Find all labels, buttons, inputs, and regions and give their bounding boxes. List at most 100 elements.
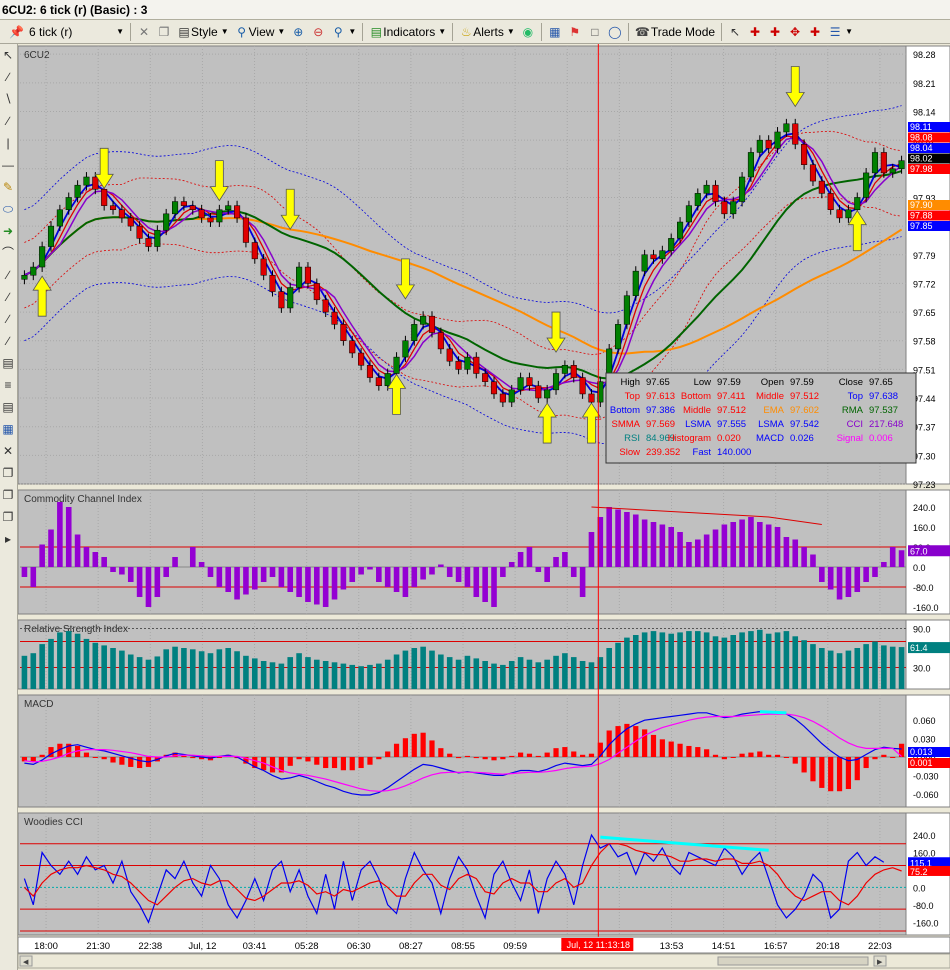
price-tick-label: 98.28	[913, 50, 936, 60]
ray-tool-icon[interactable]: ∖	[0, 88, 16, 110]
cci-bar	[641, 519, 648, 567]
rsi-bar	[119, 650, 125, 689]
menu-list-icon[interactable]: ☰ ▼	[825, 21, 856, 43]
cci-bar	[438, 564, 444, 567]
layers-icon[interactable]: ▤	[0, 396, 16, 418]
table-icon[interactable]: ▦	[0, 418, 16, 440]
globe-icon[interactable]: ◉	[518, 21, 538, 43]
cci-bar	[570, 567, 577, 577]
style-label: Style	[191, 24, 218, 39]
pointer-tool-icon[interactable]: ↖	[0, 44, 16, 66]
view-menu[interactable]: ⚲ View ▼	[232, 21, 289, 43]
rsi-bar	[189, 649, 196, 689]
cci-bar	[92, 552, 99, 567]
pin-icon[interactable]: 📌	[6, 21, 26, 43]
chart-area[interactable]: 6CU298.2898.2198.1498.0798.0097.9397.869…	[18, 44, 950, 970]
copy-icon[interactable]: ❐	[154, 21, 174, 43]
indicators-menu[interactable]: ▤ Indicators ▼	[366, 21, 449, 43]
candle-body	[517, 377, 524, 391]
rsi-bar	[446, 657, 453, 689]
bell-icon: ♨	[460, 24, 472, 39]
macd-histogram-bar	[562, 747, 568, 757]
macd-histogram-bar	[509, 755, 515, 757]
cci-bar	[21, 567, 28, 577]
page-icon[interactable]: □	[585, 21, 605, 43]
price-tick-label: 97.79	[913, 251, 936, 261]
note-icon[interactable]: ✎	[0, 176, 16, 198]
chart-canvas[interactable]: 6CU298.2898.2198.1498.0798.0097.9397.869…	[18, 44, 950, 970]
candle-body	[207, 217, 214, 223]
flag-icon[interactable]: ⚑	[565, 21, 585, 43]
parallel-lines-icon[interactable]: ∕	[0, 110, 16, 132]
candle-body	[880, 152, 887, 174]
chevron-down-icon: ▼	[277, 27, 286, 36]
ellipse-tool-icon[interactable]: ⬭	[0, 198, 16, 220]
pointer-icon[interactable]: ↖	[725, 21, 745, 43]
properties-icon[interactable]: ▦	[545, 21, 565, 43]
style-menu[interactable]: ▤ Style ▼	[174, 21, 232, 43]
zoom-in-icon[interactable]: ⊕	[288, 21, 308, 43]
copy-drawing-icon[interactable]: ❐	[0, 462, 16, 484]
macd-value-badge-label: 0.001	[910, 758, 933, 768]
candle-body	[278, 291, 285, 309]
close-chart-icon[interactable]: ✕	[134, 21, 154, 43]
rsi-bar	[207, 653, 214, 689]
data-window-label: EMA	[763, 405, 784, 416]
alerts-menu[interactable]: ♨ Alerts ▼	[456, 21, 518, 43]
candle-body	[535, 385, 542, 399]
woodies-value-badge-label: 75.2	[910, 867, 928, 877]
magnifier-icon: ⚲	[237, 24, 246, 39]
zoom-out-icon[interactable]: ⊖	[308, 21, 328, 43]
crosshair-lock-icon[interactable]: ✚	[805, 21, 825, 43]
fib-tool-icon[interactable]: ∕	[0, 264, 16, 286]
chat-icon[interactable]: ◯	[605, 21, 625, 43]
template-icon[interactable]: ❐	[0, 506, 16, 528]
zoom-menu-icon[interactable]: ⚲ ▼	[328, 21, 359, 43]
macd-histogram-bar	[314, 757, 320, 765]
cursor-time-label: Jul, 12 11:13:18	[567, 940, 630, 950]
expand-icon[interactable]: ▸	[0, 528, 16, 550]
pitchfork-tool-icon[interactable]: ∕	[0, 308, 16, 330]
crosshair-global-icon[interactable]: ✚	[765, 21, 785, 43]
rsi-bar	[500, 664, 506, 689]
macd-histogram-bar	[110, 757, 116, 763]
arc-tool-icon[interactable]: ⌒	[0, 242, 16, 264]
interval-selector[interactable]: 6 tick (r) ▼	[26, 21, 127, 43]
regression-tool-icon[interactable]: ∕	[0, 330, 16, 352]
erase-icon[interactable]: ≡	[0, 374, 16, 396]
cci-tick-label: 0.0	[913, 563, 926, 573]
indicator-chart-icon: ▤	[370, 24, 382, 39]
line-tool-icon[interactable]: ∕	[0, 66, 16, 88]
macd-histogram-bar	[491, 757, 497, 761]
paste-drawing-icon[interactable]: ❐	[0, 484, 16, 506]
cci-bar	[703, 534, 710, 567]
data-window-label: Middle	[756, 391, 784, 402]
vertical-line-icon[interactable]: |	[0, 132, 16, 154]
arrow-tool-icon[interactable]: ➜	[0, 220, 16, 242]
crosshair-icon[interactable]: ✚	[745, 21, 765, 43]
macd-histogram-bar	[500, 757, 506, 760]
cci-bar	[39, 544, 45, 567]
crosshair-dot-icon[interactable]: ✥	[785, 21, 805, 43]
rsi-bar	[216, 649, 223, 689]
macd-histogram-bar	[482, 757, 488, 760]
cci-tick-label: -80.0	[913, 583, 934, 593]
macd-histogram-bar	[544, 752, 550, 757]
text-tool-icon[interactable]: ▤	[0, 352, 16, 374]
cci-bar	[473, 567, 480, 597]
macd-histogram-bar	[83, 752, 90, 757]
macd-histogram-bar	[810, 757, 816, 782]
rsi-bar	[544, 659, 550, 689]
rsi-bar	[508, 661, 515, 689]
data-window-value: 97.512	[717, 405, 746, 416]
candle-body	[47, 225, 55, 247]
trade-mode-button[interactable]: ☎ Trade Mode	[632, 21, 718, 43]
candle-body	[801, 143, 808, 165]
candle-body	[889, 168, 896, 174]
chevron-down-icon: ▼	[220, 27, 229, 36]
cci-bar	[154, 567, 161, 597]
candle-body	[464, 356, 471, 370]
delete-drawing-icon[interactable]: ✕	[0, 440, 16, 462]
horizontal-line-icon[interactable]: —	[0, 154, 16, 176]
gann-tool-icon[interactable]: ∕	[0, 286, 16, 308]
